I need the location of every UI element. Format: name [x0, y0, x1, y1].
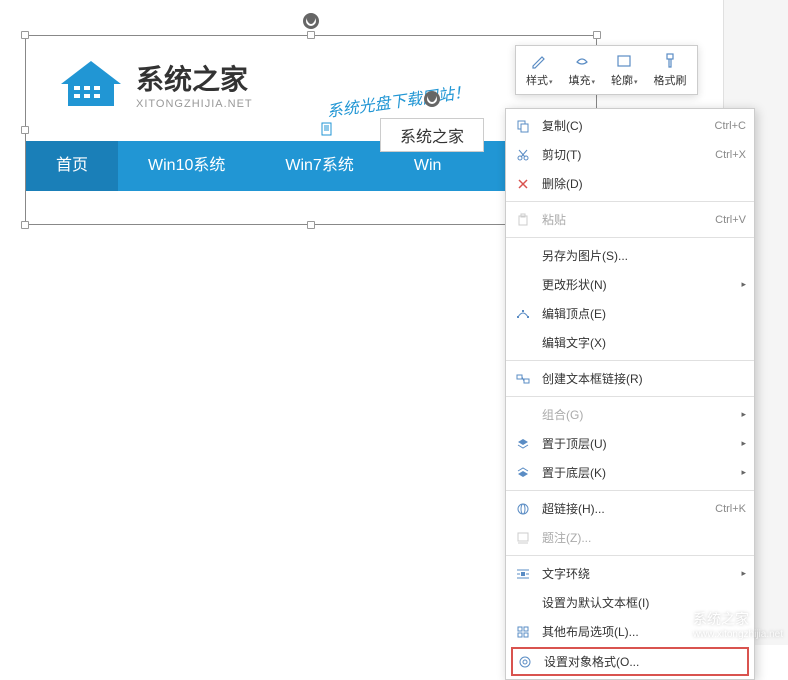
format-painter-button[interactable]: 格式刷: [646, 48, 695, 92]
copy-icon: [514, 118, 532, 134]
menu-caption-label: 题注(Z)...: [542, 529, 746, 546]
watermark: 系统之家 www.xitongzhijia.net: [658, 609, 783, 640]
brush-icon: [660, 52, 680, 70]
resize-handle-bl[interactable]: [21, 221, 29, 229]
menu-paste-shortcut: Ctrl+V: [715, 214, 746, 226]
outline-button[interactable]: 轮廓▾: [603, 48, 646, 92]
resize-handle-ml[interactable]: [21, 126, 29, 134]
layer-bottom-icon: [514, 465, 532, 481]
menu-bring-to-top[interactable]: 置于顶层(U) ▸: [506, 429, 754, 458]
menu-cut-label: 剪切(T): [542, 146, 715, 163]
outline-label: 轮廓: [611, 75, 633, 87]
watermark-logo-icon: [658, 612, 688, 637]
menu-text-wrap[interactable]: 文字环绕 ▸: [506, 559, 754, 588]
menu-object-format-label: 设置对象格式(O...: [544, 653, 744, 670]
menu-cut-shortcut: Ctrl+X: [715, 149, 746, 161]
layout-icon: [514, 624, 532, 640]
anchor-icon: [320, 122, 334, 141]
menu-caption: 题注(Z)...: [506, 523, 754, 552]
menu-save-as-image-label: 另存为图片(S)...: [542, 247, 746, 264]
menu-hyperlink-label: 超链接(H)...: [542, 500, 715, 517]
menu-bring-to-bottom[interactable]: 置于底层(K) ▸: [506, 458, 754, 487]
style-button[interactable]: 样式▾: [518, 48, 561, 92]
pen-icon: [529, 52, 549, 70]
delete-icon: [514, 176, 532, 192]
fill-label: 填充: [569, 75, 591, 87]
menu-group: 组合(G) ▸: [506, 400, 754, 429]
menu-edit-text[interactable]: 编辑文字(X): [506, 328, 754, 357]
format-toolbar: 样式▾ 填充▾ 轮廓▾ 格式刷: [515, 45, 698, 95]
fill-icon: [572, 52, 592, 70]
nav-win7: Win7系统: [255, 141, 383, 191]
nav-win10: Win10系统: [118, 141, 255, 191]
menu-text-wrap-label: 文字环绕: [542, 565, 741, 582]
menu-separator: [506, 237, 754, 238]
watermark-text: 系统之家: [693, 609, 783, 629]
textbox-link-icon: [514, 371, 532, 387]
submenu-arrow-icon: ▸: [741, 467, 746, 478]
logo-text-english: XITONGZHIJIA.NET: [136, 98, 253, 110]
submenu-arrow-icon: ▸: [741, 409, 746, 420]
menu-change-shape-label: 更改形状(N): [542, 276, 741, 293]
vertex-icon: [514, 306, 532, 322]
menu-copy-shortcut: Ctrl+C: [715, 120, 746, 132]
submenu-arrow-icon: ▸: [741, 568, 746, 579]
menu-paste-label: 粘贴: [542, 211, 715, 228]
style-label: 样式: [526, 75, 548, 87]
resize-handle-bc[interactable]: [307, 221, 315, 229]
textbox-object[interactable]: 系统之家: [380, 118, 484, 152]
menu-create-textbox-link-label: 创建文本框链接(R): [542, 370, 746, 387]
resize-handle-tc[interactable]: [307, 31, 315, 39]
resize-handle-tr[interactable]: [593, 31, 601, 39]
rotation-handle-main[interactable]: [303, 13, 319, 29]
menu-copy-label: 复制(C): [542, 117, 715, 134]
menu-save-as-image[interactable]: 另存为图片(S)...: [506, 241, 754, 270]
paste-icon: [514, 212, 532, 228]
website-logo-icon: [56, 56, 126, 111]
menu-hyperlink[interactable]: 超链接(H)... Ctrl+K: [506, 494, 754, 523]
menu-object-format[interactable]: 设置对象格式(O...: [511, 647, 749, 676]
menu-bring-to-bottom-label: 置于底层(K): [542, 464, 741, 481]
fill-button[interactable]: 填充▾: [561, 48, 604, 92]
object-format-icon: [516, 654, 534, 670]
menu-separator: [506, 396, 754, 397]
menu-copy[interactable]: 复制(C) Ctrl+C: [506, 111, 754, 140]
outline-icon: [614, 52, 634, 70]
submenu-arrow-icon: ▸: [741, 279, 746, 290]
hyperlink-icon: [514, 501, 532, 517]
logo-text-chinese: 系统之家: [136, 58, 253, 98]
caption-icon: [514, 530, 532, 546]
menu-change-shape[interactable]: 更改形状(N) ▸: [506, 270, 754, 299]
menu-edit-vertex[interactable]: 编辑顶点(E): [506, 299, 754, 328]
context-menu: 复制(C) Ctrl+C 剪切(T) Ctrl+X 删除(D) 粘贴 Ctrl+…: [505, 108, 755, 680]
menu-separator: [506, 555, 754, 556]
rotation-handle-textbox[interactable]: [424, 91, 440, 107]
textbox-content: 系统之家: [400, 123, 464, 147]
menu-paste: 粘贴 Ctrl+V: [506, 205, 754, 234]
nav-home: 首页: [26, 141, 118, 191]
menu-edit-vertex-label: 编辑顶点(E): [542, 305, 746, 322]
text-wrap-icon: [514, 566, 532, 582]
menu-group-label: 组合(G): [542, 406, 741, 423]
menu-cut[interactable]: 剪切(T) Ctrl+X: [506, 140, 754, 169]
layer-top-icon: [514, 436, 532, 452]
format-painter-label: 格式刷: [654, 75, 687, 87]
scissors-icon: [514, 147, 532, 163]
menu-edit-text-label: 编辑文字(X): [542, 334, 746, 351]
menu-separator: [506, 360, 754, 361]
menu-bring-to-top-label: 置于顶层(U): [542, 435, 741, 452]
menu-hyperlink-shortcut: Ctrl+K: [715, 503, 746, 515]
menu-delete-label: 删除(D): [542, 175, 746, 192]
watermark-url: www.xitongzhijia.net: [693, 629, 783, 640]
resize-handle-tl[interactable]: [21, 31, 29, 39]
menu-delete[interactable]: 删除(D): [506, 169, 754, 198]
submenu-arrow-icon: ▸: [741, 438, 746, 449]
menu-separator: [506, 490, 754, 491]
menu-create-textbox-link[interactable]: 创建文本框链接(R): [506, 364, 754, 393]
menu-separator: [506, 201, 754, 202]
